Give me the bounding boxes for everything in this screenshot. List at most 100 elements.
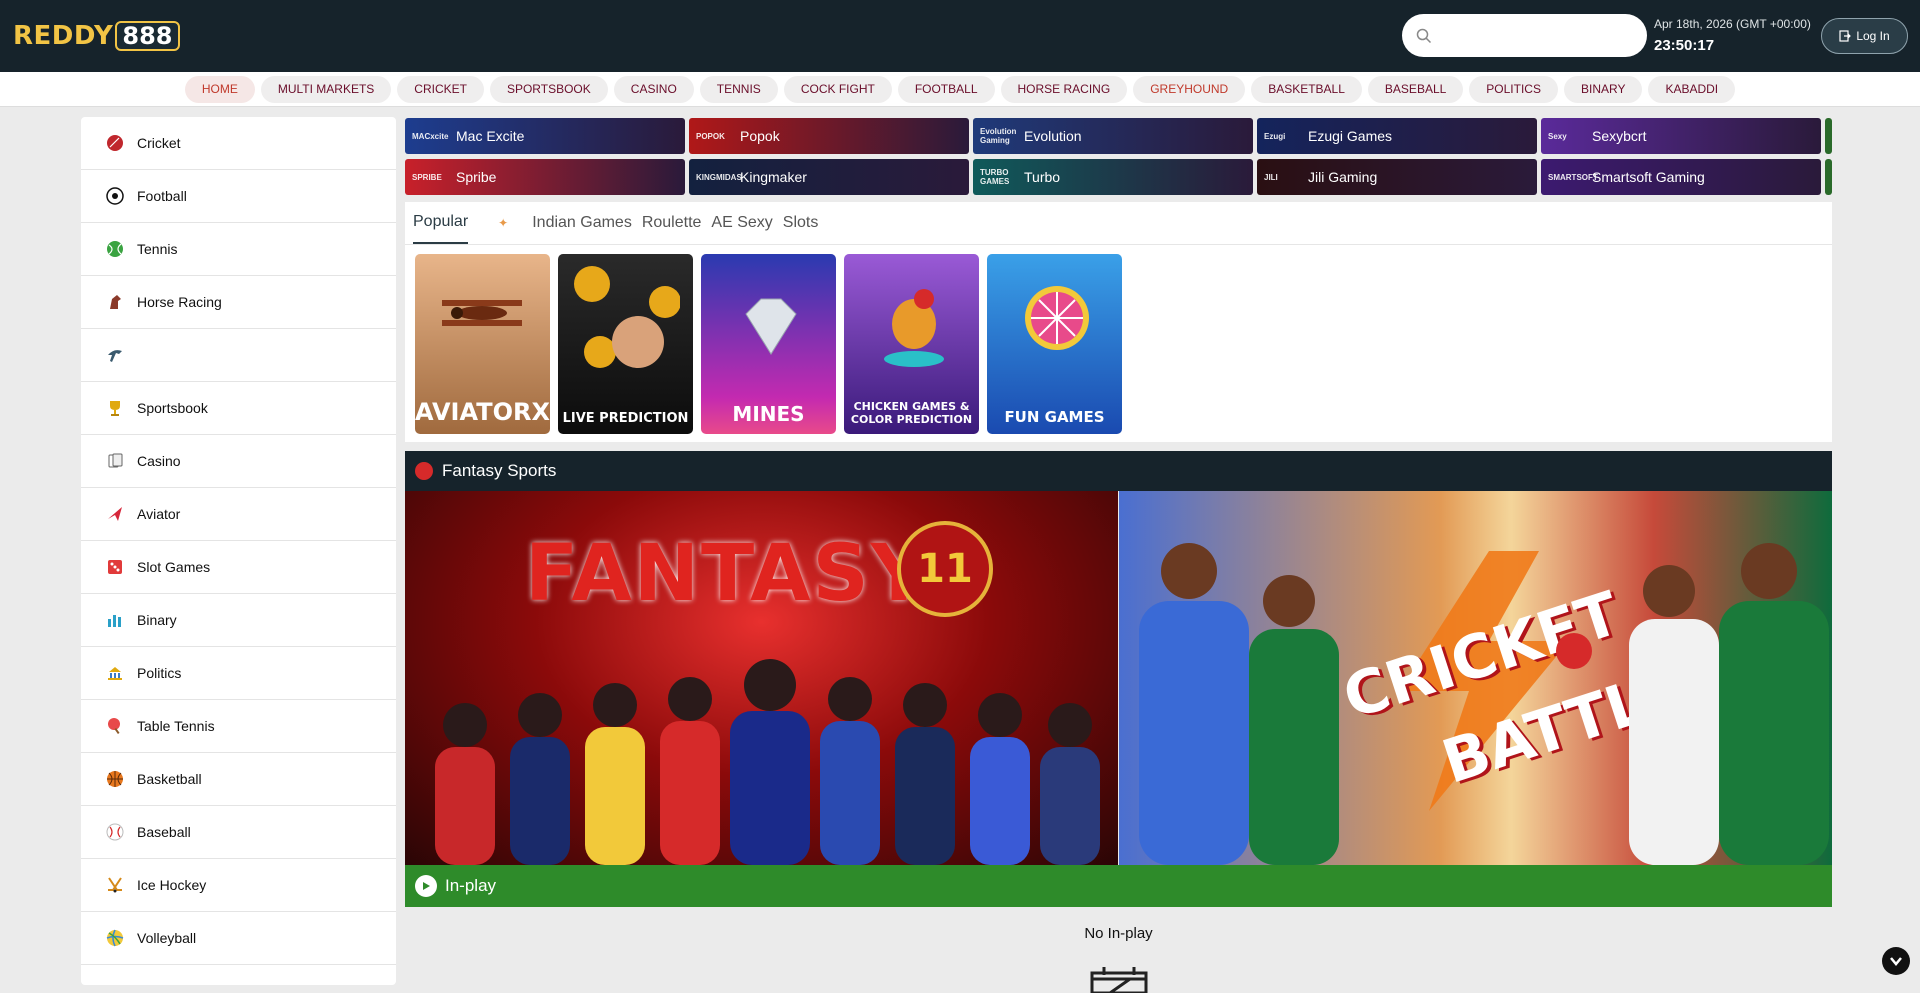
game-label: MINES [732,402,805,426]
sidebar-item-casino[interactable]: Casino [81,435,396,488]
game-card-fun-games[interactable]: FUN GAMES [987,254,1122,434]
nav-casino[interactable]: CASINO [613,75,694,103]
games-panel: Popular ✦ Indian Games Roulette AE Sexy … [405,202,1832,442]
provider-turbo[interactable]: TURBO GAMES Turbo [973,159,1253,195]
logo[interactable]: REDDY 888 [13,20,180,52]
nav-basketball[interactable]: BASKETBALL [1251,75,1362,103]
provider-sexybcrt[interactable]: Sexy Sexybcrt [1541,118,1821,154]
sports-sidebar: Cricket Football Tennis Horse Racing Spo… [81,117,396,985]
fantasy-sports-header: Fantasy Sports [405,451,1832,491]
provider-name: Turbo [1024,169,1061,185]
provider-overflow[interactable] [1825,159,1832,195]
main-nav: HOME MULTI MARKETS CRICKET SPORTSBOOK CA… [0,72,1920,107]
sidebar-item-slot-games[interactable]: Slot Games [81,541,396,594]
provider-smartsoft[interactable]: SMARTSOFT Smartsoft Gaming [1541,159,1821,195]
sidebar-item-table-tennis[interactable]: Table Tennis [81,700,396,753]
game-label: CHICKEN GAMES & COLOR PREDICTION [850,400,973,426]
tab-slots[interactable]: Slots [783,202,819,244]
current-time: 23:50:17 [1654,37,1715,54]
biplane-icon [442,300,522,326]
chevron-down-icon [1890,957,1902,966]
nav-politics[interactable]: POLITICS [1469,75,1558,103]
rooster-icon [884,289,944,367]
diamond-icon [745,298,797,355]
tab-popular[interactable]: Popular [413,202,469,244]
game-tabs: Popular ✦ Indian Games Roulette AE Sexy … [413,202,828,244]
greyhound-icon [105,345,125,365]
nav-multi-markets[interactable]: MULTI MARKETS [260,75,392,103]
cricket-battle-banner[interactable]: CRICKET BATTLE [1119,491,1832,865]
banner-title: FANTASY [525,529,930,619]
sidebar-item-aviator[interactable]: Aviator [81,488,396,541]
nav-kabaddi[interactable]: KABADDI [1648,75,1736,103]
tab-ae-sexy[interactable]: AE Sexy [711,202,772,244]
nav-cricket[interactable]: CRICKET [397,75,484,103]
sidebar-item-politics[interactable]: Politics [81,647,396,700]
provider-mac-excite[interactable]: MACxcite Mac Excite [405,118,685,154]
provider-kingmaker[interactable]: KINGMIDAS Kingmaker [689,159,969,195]
game-card-aviatorx[interactable]: AVIATORX [415,254,550,434]
top-bar: REDDY 888 Apr 18th, 2026 (GMT +00:00) 23… [0,0,1920,72]
provider-logo: SPRIBE [412,172,442,182]
provider-overflow[interactable] [1825,118,1832,154]
provider-popok[interactable]: POPOK Popok [689,118,969,154]
logo-number: 888 [115,21,180,51]
cards-icon [105,451,125,471]
search-box[interactable] [1402,14,1647,57]
badge-number: 11 [917,546,973,592]
provider-name: Spribe [456,169,497,185]
tab-divider [405,244,1832,245]
provider-spribe[interactable]: SPRIBE Spribe [405,159,685,195]
provider-jili[interactable]: JILI Jili Gaming [1257,159,1537,195]
date-time: Apr 18th, 2026 (GMT +00:00) 23:50:17 [1654,17,1811,54]
inplay-title: In-play [445,876,497,895]
inplay-content: No In-play [405,907,1832,993]
provider-logo: KINGMIDAS [696,172,742,182]
provider-logo: POPOK [696,131,725,141]
chart-icon [105,610,125,630]
search-input[interactable] [1440,27,1630,44]
sidebar-item-football[interactable]: Football [81,170,396,223]
nav-binary[interactable]: BINARY [1563,75,1643,103]
nav-baseball[interactable]: BASEBALL [1367,75,1464,103]
sidebar-item-tennis[interactable]: Tennis [81,223,396,276]
sidebar-item-horse-racing[interactable]: Horse Racing [81,276,396,329]
nav-horse-racing[interactable]: HORSE RACING [1000,75,1128,103]
sparkle-icon[interactable]: ✦ [498,216,508,230]
game-label: AVIATORX [415,398,550,426]
sidebar-item-label: Ice Hockey [137,877,207,893]
sidebar-item-label: Tennis [137,241,178,257]
nav-football[interactable]: FOOTBALL [897,75,995,103]
scroll-down-button[interactable] [1882,947,1910,975]
nav-cock-fight[interactable]: COCK FIGHT [783,75,892,103]
nav-greyhound[interactable]: GREYHOUND [1133,75,1246,103]
provider-logo: Evolution Gaming [980,127,1017,145]
provider-evolution[interactable]: Evolution Gaming Evolution [973,118,1253,154]
sidebar-item-basketball[interactable]: Basketball [81,753,396,806]
sidebar-item-label: Horse Racing [137,294,222,310]
tab-indian-games[interactable]: Indian Games [532,202,632,244]
trophy-icon [105,398,125,418]
nav-home[interactable]: HOME [184,75,255,103]
cricket-icon [105,133,125,153]
sidebar-item-label: Casino [137,453,181,469]
nav-tennis[interactable]: TENNIS [699,75,778,103]
sidebar-item-greyhound[interactable] [81,329,396,382]
provider-ezugi[interactable]: Ezugi Ezugi Games [1257,118,1537,154]
login-button[interactable]: Log In [1821,18,1908,54]
game-card-chicken-games[interactable]: CHICKEN GAMES & COLOR PREDICTION [844,254,979,434]
politics-icon [105,663,125,683]
sidebar-item-baseball[interactable]: Baseball [81,806,396,859]
sidebar-item-binary[interactable]: Binary [81,594,396,647]
sidebar-item-sportsbook[interactable]: Sportsbook [81,382,396,435]
fantasy-11-banner[interactable]: FANTASY 11 [405,491,1118,865]
sidebar-item-ice-hockey[interactable]: Ice Hockey [81,859,396,912]
game-card-live-prediction[interactable]: LIVE PREDICTION [558,254,693,434]
sidebar-item-volleyball[interactable]: Volleyball [81,912,396,965]
nav-sportsbook[interactable]: SPORTSBOOK [489,75,608,103]
plane-icon [105,504,125,524]
provider-logo: SMARTSOFT [1548,172,1598,182]
sidebar-item-cricket[interactable]: Cricket [81,117,396,170]
tab-roulette[interactable]: Roulette [642,202,702,244]
game-card-mines[interactable]: MINES [701,254,836,434]
